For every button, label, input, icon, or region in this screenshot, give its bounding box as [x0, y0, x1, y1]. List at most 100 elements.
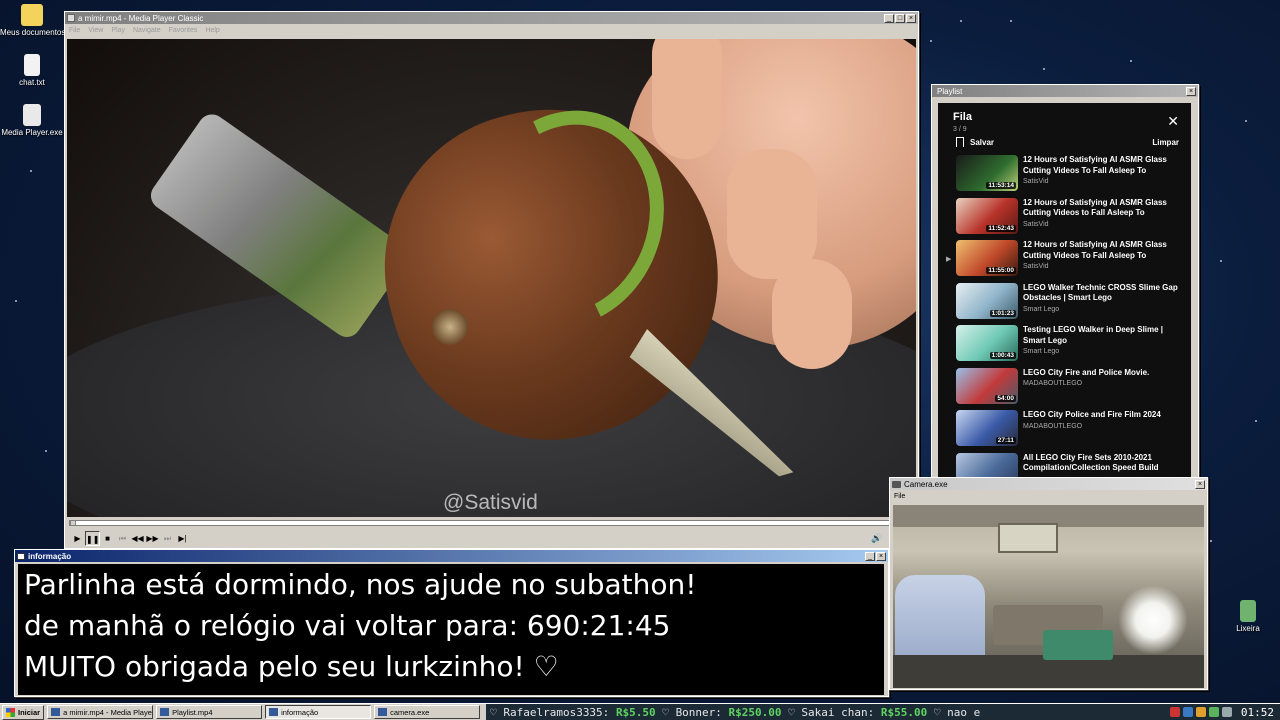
menu-help[interactable]: Help — [205, 27, 219, 34]
taskbar-item-playlist[interactable]: Playlist.mp4 — [156, 705, 263, 719]
rewind-button[interactable]: ◀◀ — [130, 531, 145, 546]
now-playing-icon: ▶ — [946, 256, 952, 263]
seek-bar[interactable] — [69, 520, 915, 526]
clear-button[interactable]: Limpar — [1152, 138, 1179, 147]
list-item[interactable]: 54:00 LEGO City Fire and Police Movie. M… — [938, 367, 1191, 411]
stop-button[interactable]: ■ — [100, 531, 115, 546]
video-thumbnail — [956, 452, 1018, 478]
duration-badge: 27:11 — [995, 437, 1016, 444]
seek-thumb[interactable] — [70, 520, 76, 526]
desktop-icon-recycle-bin[interactable]: Lixeira — [1216, 600, 1280, 633]
minimize-button[interactable]: _ — [865, 551, 875, 561]
taskbar-item-info[interactable]: informação — [265, 705, 372, 719]
previous-button[interactable]: ⏮ — [115, 531, 130, 546]
menu-bar: File View Play Navigate Favorites Help — [65, 24, 918, 36]
channel-name: SatisVid — [1023, 220, 1049, 228]
maximize-button[interactable]: □ — [895, 13, 905, 23]
close-icon[interactable]: ✕ — [1167, 113, 1179, 130]
list-item[interactable]: 11:53:14 12 Hours of Satisfying AI ASMR … — [938, 155, 1191, 198]
donation-ticker: ♡ Rafaelramos3335: R$5.50 ♡ Bonner: R$25… — [486, 703, 1160, 720]
menu-favorites[interactable]: Favorites — [169, 27, 198, 34]
playlist-window: Playlist × Fila 3 / 9 ✕ Salvar Limpar 11… — [931, 84, 1199, 484]
duration-badge: 54:00 — [995, 394, 1016, 402]
video-kiwi-stem — [432, 309, 468, 345]
list-item[interactable]: 1:00:43 Testing LEGO Walker in Deep Slim… — [938, 325, 1191, 368]
playlist-list: 11:53:14 12 Hours of Satisfying AI ASMR … — [938, 155, 1191, 478]
video-finger — [772, 259, 852, 369]
menu-play[interactable]: Play — [111, 27, 125, 34]
video-title: LEGO City Fire and Police Movie. — [1023, 367, 1150, 377]
channel-name: MADABOUTLEGO — [1023, 422, 1083, 430]
list-item[interactable]: 27:11 LEGO City Police and Fire Film 202… — [938, 410, 1191, 453]
media-player-icon — [51, 708, 61, 716]
window-title: Camera.exe — [904, 479, 948, 489]
duration-badge: 1:00:43 — [989, 352, 1016, 359]
save-button[interactable]: Salvar — [956, 137, 994, 147]
forward-button[interactable]: ▶▶ — [145, 531, 160, 546]
pause-button[interactable]: ❚❚ — [85, 530, 100, 546]
duration-badge: 1:01:23 — [989, 309, 1016, 317]
close-button[interactable]: × — [1195, 479, 1205, 489]
channel-name: Smart Lego — [1023, 348, 1060, 355]
window-icon — [269, 708, 279, 716]
info-line-2: de manhã o relógio vai voltar para: 690:… — [24, 609, 671, 642]
tray-icon[interactable] — [1169, 707, 1180, 717]
playlist-actions: Salvar Limpar — [938, 133, 1191, 147]
camera-icon — [378, 708, 388, 716]
channel-name: SatisVid — [1023, 263, 1049, 270]
menu-navigate[interactable]: Navigate — [133, 27, 161, 34]
video-title: LEGO City Police and Fire Film 2024 — [1023, 410, 1161, 419]
volume-icon[interactable]: 🔊 — [868, 533, 886, 544]
tray-icon[interactable] — [1182, 707, 1193, 717]
app-icon — [17, 552, 25, 560]
list-item[interactable]: All LEGO City Fire Sets 2010-2021 Compil… — [938, 452, 1191, 478]
playlist-titlebar[interactable]: Playlist × — [932, 85, 1198, 97]
video-watermark: @Satisvid — [443, 491, 538, 514]
taskbar-item-camera[interactable]: camera.exe — [374, 705, 481, 719]
play-button[interactable]: ▶ — [70, 531, 85, 546]
menu-view[interactable]: View — [88, 27, 103, 34]
playlist-header: Fila 3 / 9 ✕ — [938, 103, 1191, 133]
frame-step-button[interactable]: ▶| — [175, 531, 190, 546]
video-title: 12 Hours of Satisfying AI ASMR Glass Cut… — [1023, 240, 1167, 260]
camera-titlebar[interactable]: Camera.exe × — [890, 478, 1207, 490]
duration-badge: 11:52:43 — [986, 224, 1016, 232]
speaker-icon[interactable] — [1221, 707, 1232, 717]
minimize-button[interactable]: _ — [884, 13, 894, 23]
menu-file[interactable]: File — [894, 493, 905, 500]
video-finger — [652, 39, 722, 159]
text-file-icon — [24, 54, 40, 76]
desktop-icon-documents[interactable]: Meus documentos — [0, 4, 65, 37]
desktop-icon-chat[interactable]: chat.txt — [0, 54, 64, 87]
menu-file[interactable]: File — [69, 27, 80, 34]
donor-name: nao e — [947, 705, 981, 719]
media-player-titlebar[interactable]: a mimir.mp4 - Media Player Classic _ □ × — [65, 12, 918, 24]
close-button[interactable]: × — [876, 551, 886, 561]
taskbar-item-label: informação — [281, 707, 319, 717]
camera-mat — [1043, 630, 1113, 660]
video-thumbnail: 1:00:43 — [956, 325, 1018, 361]
tray-icon[interactable] — [1195, 707, 1206, 717]
list-item[interactable]: 1:01:23 LEGO Walker Technic CROSS Slime … — [938, 282, 1191, 326]
video-frame[interactable]: @Satisvid — [67, 39, 916, 517]
window-title: a mimir.mp4 - Media Player Classic — [78, 13, 204, 23]
list-item-current[interactable]: ▶ 11:55:00 12 Hours of Satisfying AI ASM… — [938, 240, 1191, 283]
tray-icon[interactable] — [1208, 707, 1219, 717]
taskbar-item-label: camera.exe — [390, 707, 430, 717]
close-button[interactable]: × — [1186, 86, 1196, 96]
start-button[interactable]: Iniciar — [2, 704, 45, 720]
info-window: informação _ × Parlinha está dormindo, n… — [14, 549, 889, 697]
close-button[interactable]: × — [906, 13, 916, 23]
clock[interactable]: 01:52 — [1241, 706, 1274, 719]
next-button[interactable]: ⏭ — [160, 531, 175, 546]
camera-feed — [893, 505, 1204, 688]
taskbar-item-media-player[interactable]: a mimir.mp4 - Media Playe... — [47, 705, 154, 719]
video-thumbnail: 27:11 — [956, 410, 1018, 446]
channel-name: SatisVid — [1023, 178, 1049, 185]
list-item[interactable]: 11:52:43 12 Hours of Satisfying AI ASMR … — [938, 197, 1191, 241]
video-title: All LEGO City Fire Sets 2010-2021 Compil… — [1023, 452, 1159, 473]
info-titlebar[interactable]: informação _ × — [15, 550, 888, 562]
camera-lamp — [1118, 585, 1188, 655]
duration-badge: 11:53:14 — [986, 182, 1016, 189]
desktop-icon-media-player[interactable]: Media Player.exe — [0, 104, 64, 137]
